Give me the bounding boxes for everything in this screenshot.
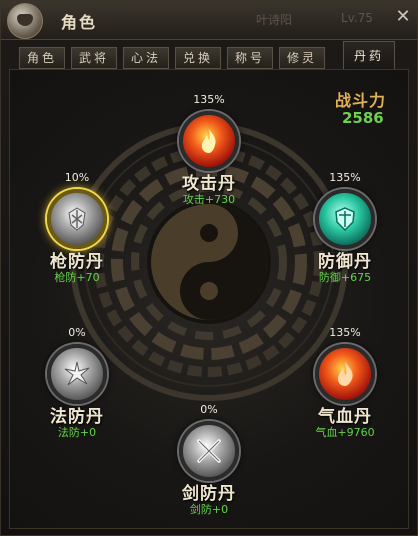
player-name: 叶诗阳	[256, 13, 293, 27]
combat-power-value: 2586	[342, 109, 384, 127]
shield-gem-icon[interactable]	[315, 189, 375, 249]
window-title: 角色	[61, 13, 98, 32]
pill-bonus: 枪防+70	[54, 271, 100, 284]
pill-bonus: 法防+0	[57, 426, 97, 439]
pill-bonus: 防御+675	[318, 271, 372, 284]
pill-sword-defense[interactable]: 0% 剑防丹 剑防+0	[173, 403, 245, 516]
character-window: 角色 叶诗阳 Lv.75 ✕ 角色 武将 心法 兑换 称号 修灵 丹药 战斗力 …	[0, 0, 418, 536]
tab-spirit[interactable]: 修灵	[279, 47, 325, 69]
spear-shield-icon[interactable]	[47, 189, 107, 249]
tab-pills[interactable]: 丹药	[343, 41, 395, 69]
pill-defense[interactable]: 135% 防御丹 防御+675	[309, 171, 381, 284]
pill-bonus: 气血+9760	[315, 426, 375, 439]
helmet-icon	[7, 3, 43, 39]
title-bar[interactable]: 角色 叶诗阳 Lv.75 ✕	[1, 1, 417, 40]
pill-percent: 0%	[200, 403, 218, 416]
close-icon[interactable]: ✕	[393, 7, 413, 27]
tab-titles[interactable]: 称号	[227, 47, 273, 69]
pill-vitality[interactable]: 135% 气血丹 气血+9760	[309, 326, 381, 439]
tab-mind-arts[interactable]: 心法	[123, 47, 169, 69]
pill-percent: 135%	[329, 171, 361, 184]
combat-power-label: 战斗力	[335, 91, 387, 110]
pill-bonus: 剑防+0	[189, 503, 229, 516]
crossed-swords-icon[interactable]	[179, 421, 239, 481]
tab-exchange[interactable]: 兑换	[175, 47, 221, 69]
fire-icon[interactable]	[179, 111, 239, 171]
pill-attack[interactable]: 135% 攻击丹 攻击+730	[173, 93, 245, 206]
blood-flame-icon[interactable]	[315, 344, 375, 404]
pill-bonus: 攻击+730	[182, 193, 236, 206]
magic-burst-icon[interactable]	[47, 344, 107, 404]
pill-percent: 135%	[193, 93, 225, 106]
tab-character[interactable]: 角色	[19, 47, 65, 69]
pill-spear-defense[interactable]: 10% 枪防丹 枪防+70	[41, 171, 113, 284]
pill-percent: 0%	[68, 326, 86, 339]
player-level: Lv.75	[341, 11, 373, 25]
pill-percent: 135%	[329, 326, 361, 339]
tab-generals[interactable]: 武将	[71, 47, 117, 69]
pill-percent: 10%	[64, 171, 90, 184]
pill-magic-defense[interactable]: 0% 法防丹 法防+0	[41, 326, 113, 439]
